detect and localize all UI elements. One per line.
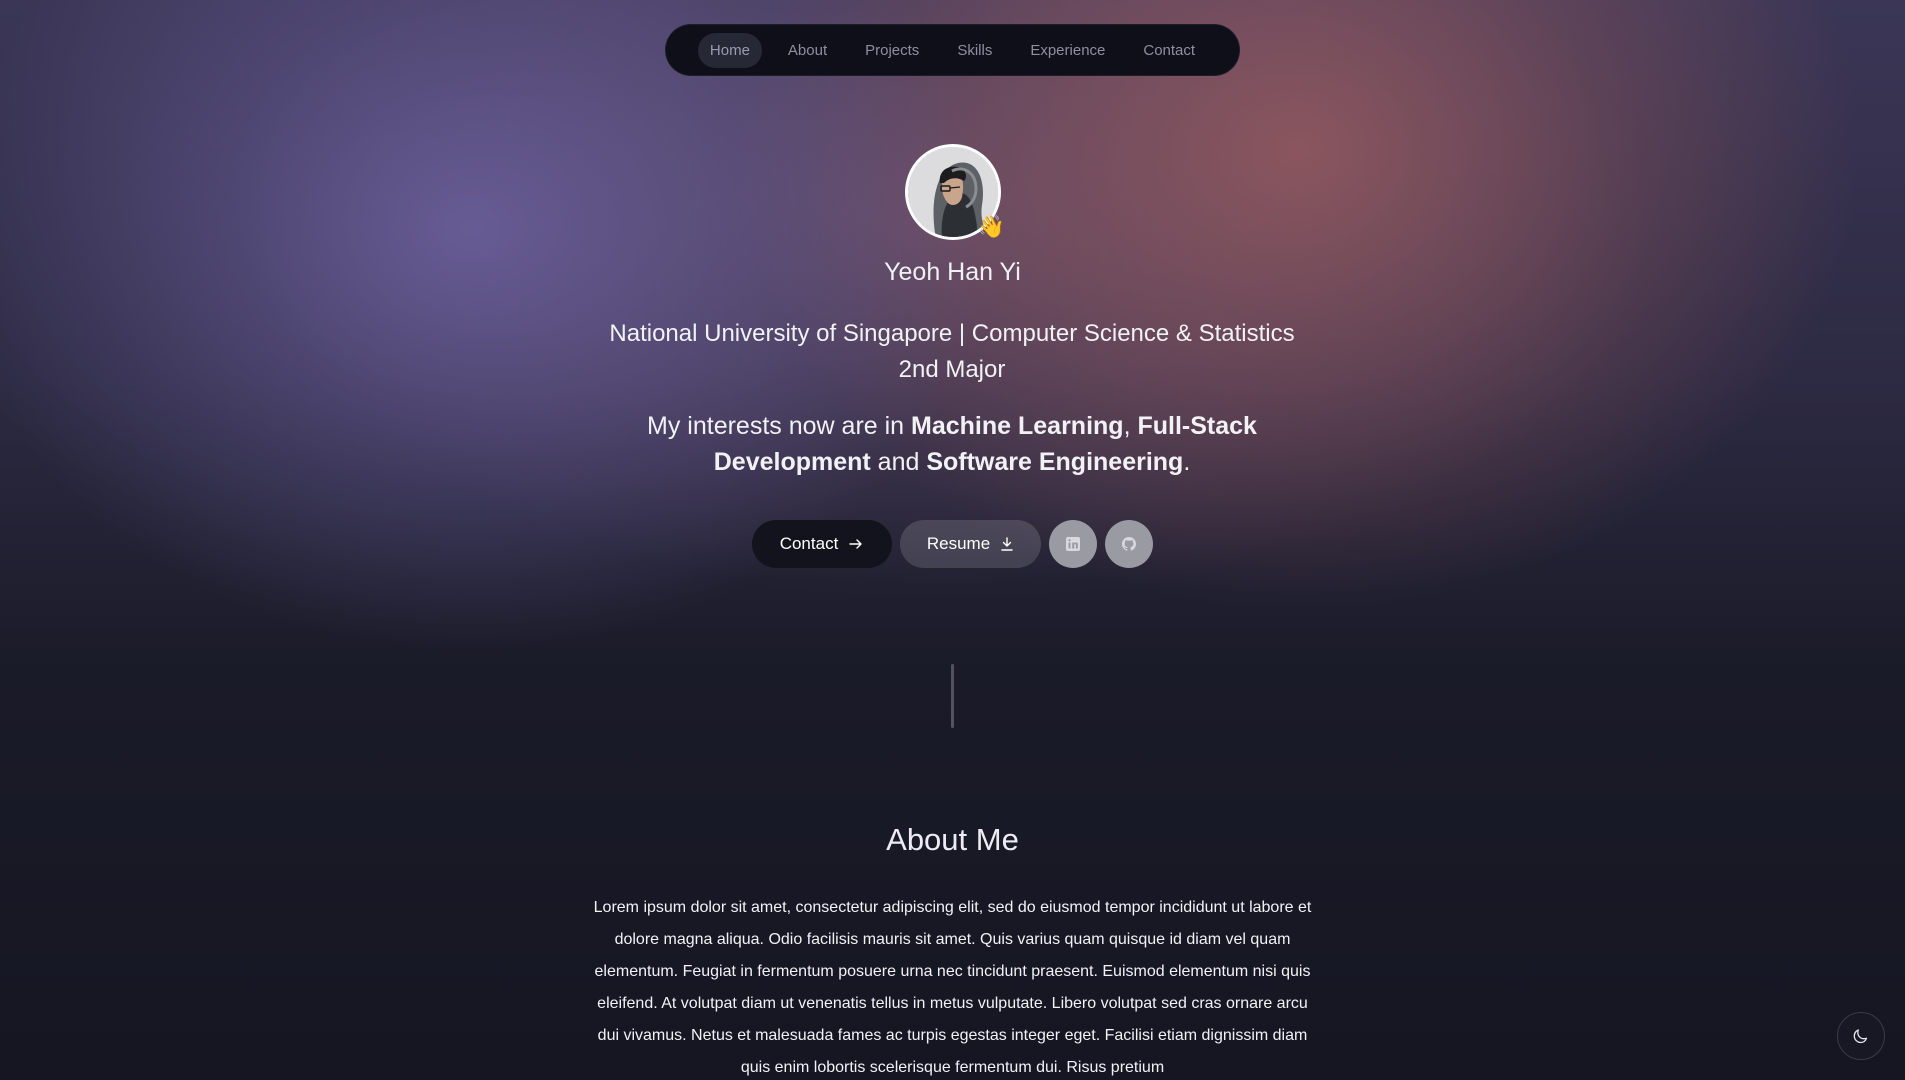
profile-subtitle: National University of Singapore | Compu… bbox=[552, 316, 1352, 388]
github-button[interactable] bbox=[1105, 520, 1153, 568]
about-section-title: About Me bbox=[886, 822, 1019, 857]
arrow-right-icon bbox=[849, 539, 862, 549]
nav-item-projects[interactable]: Projects bbox=[853, 33, 931, 68]
interest-machine-learning: Machine Learning bbox=[911, 412, 1124, 440]
hero-actions: Contact Resume bbox=[752, 520, 1153, 568]
contact-button[interactable]: Contact bbox=[752, 520, 892, 568]
moon-icon bbox=[1853, 1029, 1868, 1044]
download-icon bbox=[1001, 537, 1013, 551]
nav-item-home[interactable]: Home bbox=[697, 32, 762, 68]
profile-name: Yeoh Han Yi bbox=[884, 258, 1021, 286]
subtitle-line-1: National University of Singapore | Compu… bbox=[609, 320, 1295, 347]
nav-item-experience[interactable]: Experience bbox=[1018, 33, 1117, 68]
interests-separator: , bbox=[1123, 412, 1138, 440]
interest-software-engineering: Software Engineering bbox=[926, 448, 1184, 476]
about-section-text: Lorem ipsum dolor sit amet, consectetur … bbox=[593, 899, 1312, 1076]
wave-hand-icon: 👋 bbox=[977, 214, 1005, 239]
contact-button-label: Contact bbox=[779, 534, 839, 553]
portfolio-page: Home About Projects Skills Experience Co… bbox=[0, 0, 1905, 1080]
nav-item-skills[interactable]: Skills bbox=[945, 33, 1004, 68]
top-nav: Home About Projects Skills Experience Co… bbox=[665, 24, 1240, 76]
github-icon bbox=[1122, 537, 1136, 551]
interests-prefix: My interests now are in bbox=[647, 412, 912, 440]
resume-button-label: Resume bbox=[926, 534, 991, 553]
interests-separator: and bbox=[870, 448, 927, 476]
scroll-indicator bbox=[951, 664, 954, 728]
interests-statement: My interests now are in Machine Learning… bbox=[602, 408, 1302, 480]
nav-item-contact[interactable]: Contact bbox=[1131, 33, 1207, 68]
theme-toggle-button[interactable] bbox=[1837, 1012, 1885, 1060]
linkedin-button[interactable] bbox=[1049, 520, 1097, 568]
avatar-container: 👋 bbox=[905, 144, 1005, 240]
nav-item-about[interactable]: About bbox=[776, 33, 839, 68]
resume-button[interactable]: Resume bbox=[900, 520, 1041, 568]
subtitle-line-2: 2nd Major bbox=[898, 356, 1006, 383]
interests-suffix: . bbox=[1183, 448, 1191, 476]
linkedin-icon bbox=[1066, 537, 1080, 551]
